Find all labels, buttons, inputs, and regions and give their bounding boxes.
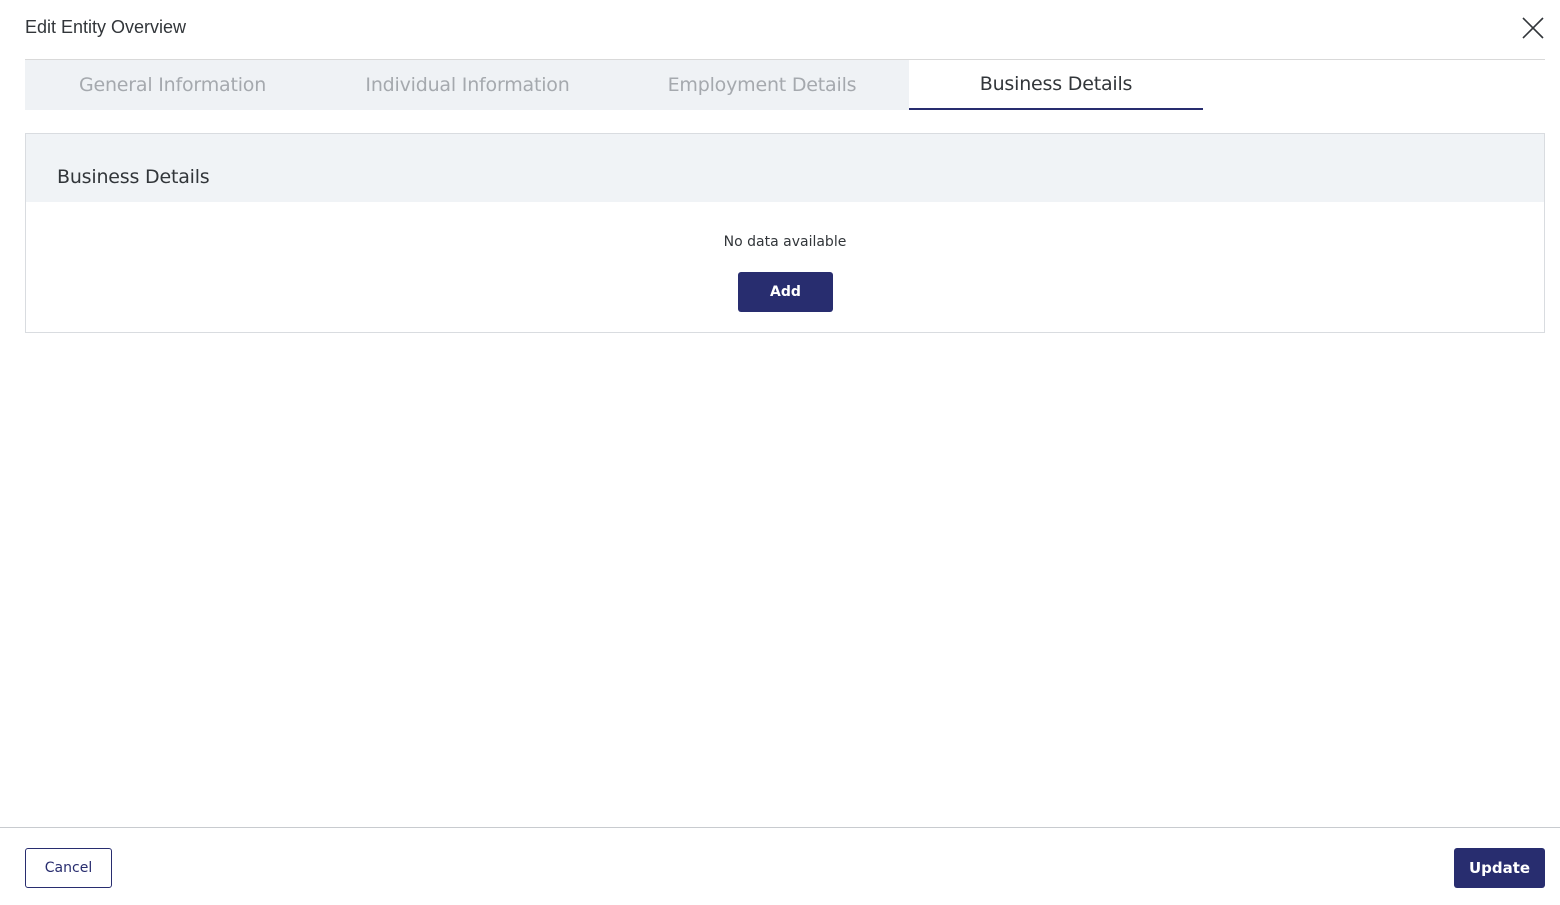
tab-individual-information[interactable]: Individual Information — [320, 60, 615, 110]
panel-header: Business Details — [26, 134, 1544, 202]
tab-bar-spacer — [1203, 60, 1545, 110]
cancel-button[interactable]: Cancel — [25, 848, 112, 888]
dialog-header: Edit Entity Overview — [25, 0, 1545, 60]
close-icon — [1522, 17, 1544, 39]
business-details-panel: Business Details No data available Add — [25, 133, 1545, 333]
dialog-title: Edit Entity Overview — [25, 17, 187, 37]
tab-bar: General Information Individual Informati… — [25, 60, 1545, 110]
edit-entity-dialog: Edit Entity Overview General Information… — [0, 0, 1560, 905]
add-button[interactable]: Add — [738, 272, 833, 312]
panel-title: Business Details — [57, 166, 210, 188]
empty-message: No data available — [723, 234, 847, 250]
dialog-footer: Cancel Update — [0, 827, 1560, 905]
close-button[interactable] — [1521, 16, 1545, 40]
tab-business-details[interactable]: Business Details — [909, 60, 1203, 110]
update-button[interactable]: Update — [1454, 848, 1545, 888]
tab-general-information[interactable]: General Information — [25, 60, 320, 110]
tab-employment-details[interactable]: Employment Details — [615, 60, 909, 110]
